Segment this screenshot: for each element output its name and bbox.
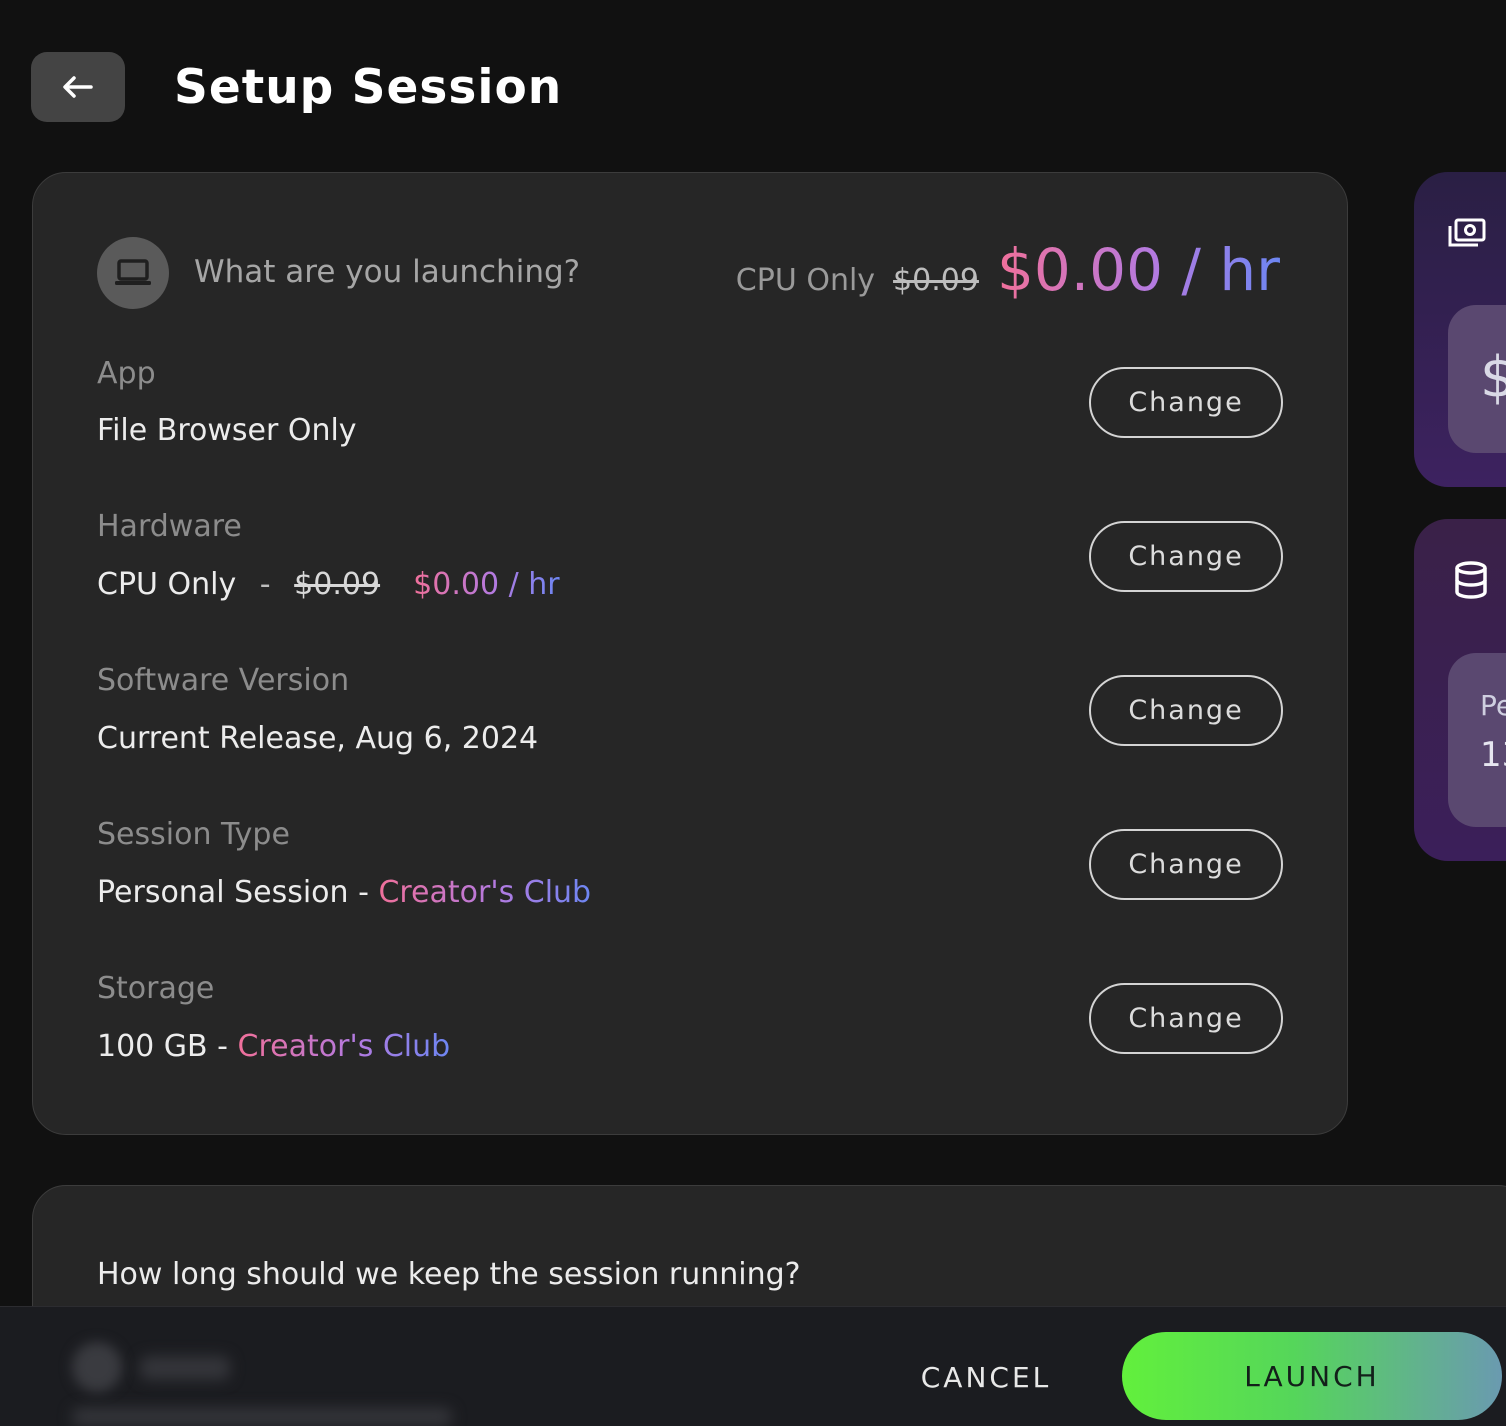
change-software-version-button[interactable]: Change bbox=[1089, 675, 1283, 746]
session-type-value-line: Personal Session - Creator's Club bbox=[97, 873, 591, 913]
side-card-storage-value: 13 bbox=[1480, 735, 1506, 775]
database-icon bbox=[1455, 561, 1487, 599]
page-title: Setup Session bbox=[174, 60, 563, 115]
hardware-separator: - bbox=[259, 567, 271, 602]
back-button[interactable] bbox=[31, 52, 125, 122]
blurred-text bbox=[140, 1356, 230, 1380]
side-card-storage: Pe 13 bbox=[1414, 519, 1506, 861]
duration-question: How long should we keep the session runn… bbox=[97, 1257, 801, 1292]
app-label: App bbox=[97, 356, 156, 391]
storage-label: Storage bbox=[97, 971, 215, 1006]
cancel-button[interactable]: CANCEL bbox=[900, 1350, 1072, 1404]
change-storage-button[interactable]: Change bbox=[1089, 983, 1283, 1054]
launch-question: What are you launching? bbox=[194, 254, 581, 290]
storage-value: 100 GB - bbox=[97, 1029, 238, 1064]
side-card-pricing: $ bbox=[1414, 172, 1506, 487]
hardware-value-line: CPU Only - $0.09 $0.00 / hr bbox=[97, 565, 560, 605]
session-type-label: Session Type bbox=[97, 817, 290, 852]
price-current: $0.00 / hr bbox=[996, 236, 1280, 304]
blurred-avatar bbox=[72, 1342, 122, 1392]
software-version-label: Software Version bbox=[97, 663, 350, 698]
app-value: File Browser Only bbox=[97, 413, 357, 448]
price-hardware: CPU Only bbox=[735, 263, 876, 298]
laptop-icon bbox=[115, 259, 151, 285]
price-summary: CPU Only $0.09 $0.00 / hr bbox=[736, 236, 1280, 304]
side-card-pricing-inner: $ bbox=[1448, 305, 1506, 453]
price-original: $0.09 bbox=[893, 263, 979, 298]
side-card-storage-inner: Pe 13 bbox=[1448, 653, 1506, 827]
session-type-club: Creator's Club bbox=[378, 875, 592, 910]
change-app-button[interactable]: Change bbox=[1089, 367, 1283, 438]
storage-value-line: 100 GB - Creator's Club bbox=[97, 1027, 450, 1067]
hardware-value: CPU Only bbox=[97, 567, 237, 602]
storage-club: Creator's Club bbox=[237, 1029, 451, 1064]
hardware-label: Hardware bbox=[97, 509, 242, 544]
blurred-text bbox=[72, 1408, 452, 1426]
side-card-storage-label: Pe bbox=[1480, 689, 1506, 722]
software-version-value: Current Release, Aug 6, 2024 bbox=[97, 721, 539, 756]
side-card-pricing-value: $ bbox=[1480, 345, 1506, 410]
launch-button[interactable]: LAUNCH bbox=[1122, 1332, 1502, 1420]
session-type-value: Personal Session - bbox=[97, 875, 379, 910]
hardware-original-price: $0.09 bbox=[294, 567, 381, 602]
hardware-current-price: $0.00 / hr bbox=[413, 567, 560, 602]
change-session-type-button[interactable]: Change bbox=[1089, 829, 1283, 900]
money-icon bbox=[1448, 218, 1486, 247]
change-hardware-button[interactable]: Change bbox=[1089, 521, 1283, 592]
arrow-left-icon bbox=[63, 76, 93, 98]
launch-icon-badge bbox=[97, 237, 169, 309]
